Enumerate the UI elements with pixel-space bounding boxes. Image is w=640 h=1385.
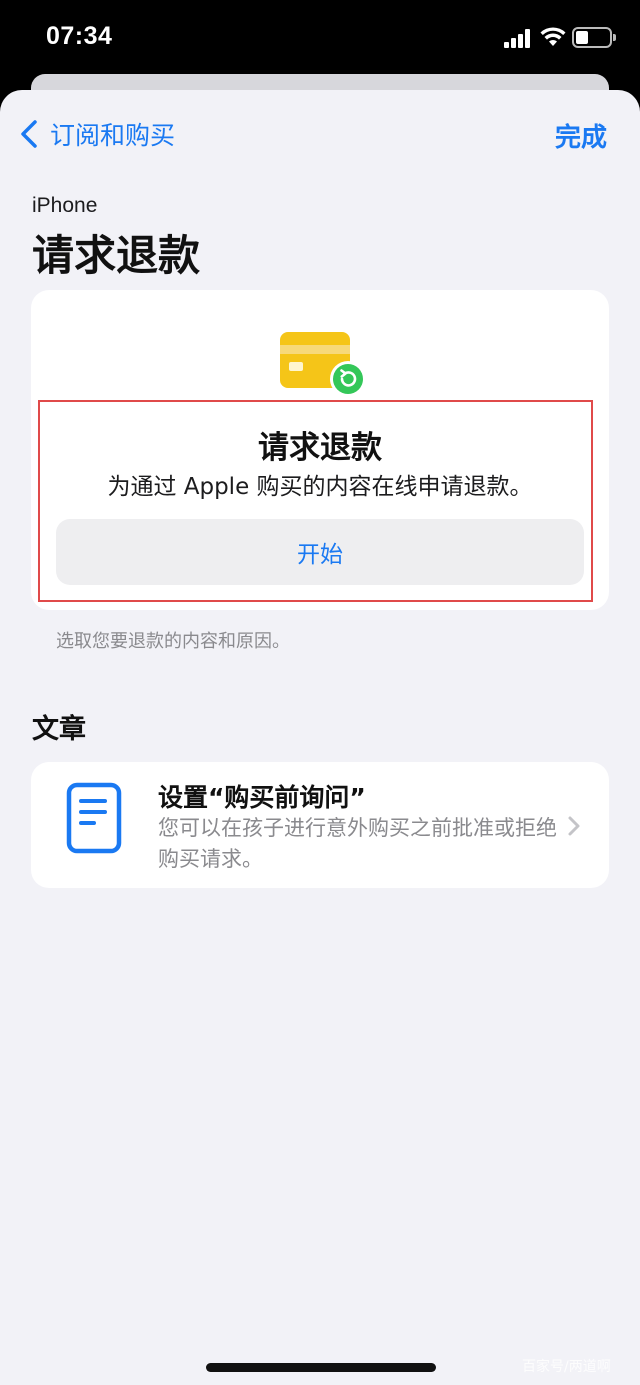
back-button[interactable]: 订阅和购买 xyxy=(18,118,175,150)
document-icon xyxy=(66,782,122,854)
home-indicator[interactable] xyxy=(206,1363,436,1372)
sheet xyxy=(0,90,640,1385)
article-title: 设置“购买前询问” xyxy=(158,783,366,812)
card-refund-icon xyxy=(280,332,366,397)
screen: 07:34 订阅和购买 完成 iPhone 请求退款 请求退款 为通过 Appl… xyxy=(0,0,640,1385)
article-description: 您可以在孩子进行意外购买之前批准或拒绝购买请求。 xyxy=(158,816,557,871)
back-button-label: 订阅和购买 xyxy=(50,121,176,150)
footnote: 选取您要退款的内容和原因。 xyxy=(56,631,290,652)
battery-icon xyxy=(572,27,616,48)
page-title: 请求退款 xyxy=(32,231,201,280)
chevron-left-icon xyxy=(21,120,37,148)
articles-section-header: 文章 xyxy=(32,714,86,745)
wifi-icon xyxy=(540,27,566,46)
refund-card-title: 请求退款 xyxy=(258,430,382,466)
cellular-signal-icon xyxy=(504,28,534,48)
device-label: iPhone xyxy=(32,194,98,217)
status-bar: 07:34 xyxy=(0,0,640,72)
chevron-right-icon xyxy=(568,816,580,836)
watermark: 百家号/两道啊 xyxy=(522,1359,611,1375)
start-button[interactable]: 开始 xyxy=(56,519,584,585)
status-time: 07:34 xyxy=(46,22,113,50)
refund-card-description: 为通过 Apple 购买的内容在线申请退款。 xyxy=(107,474,533,500)
done-button[interactable]: 完成 xyxy=(555,117,607,154)
